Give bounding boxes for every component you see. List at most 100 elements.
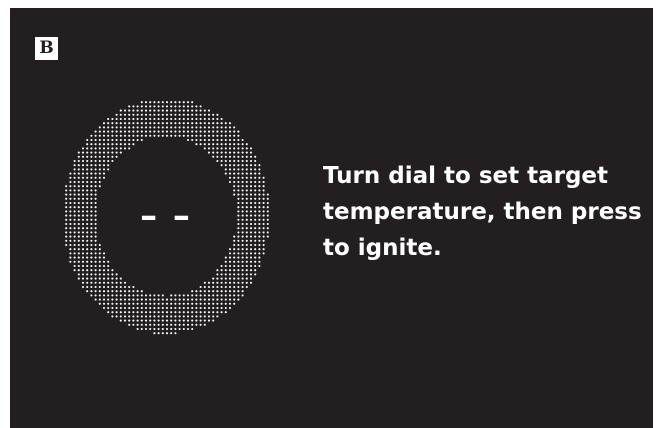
dial-ring-dot [86, 147, 89, 150]
dial-ring-dot [94, 180, 97, 184]
dial-ring-dot [254, 172, 257, 175]
dial-ring-dot [73, 159, 76, 163]
dial-ring-dot [245, 172, 248, 175]
dial-ring-dot [216, 269, 219, 272]
dial-ring-dot [119, 302, 122, 305]
dial-ring-dot [136, 122, 139, 125]
dial-ring-dot [132, 285, 135, 289]
dial-ring-dot [157, 294, 160, 297]
dial-ring-dot [207, 147, 211, 150]
dial-ring-dot [191, 306, 194, 310]
dial-ring-dot [245, 180, 248, 184]
dial-ring-dot [220, 159, 223, 163]
dial-ring-dot [111, 134, 114, 137]
dial-ring-dot [165, 117, 169, 121]
dial-ring-dot [98, 281, 101, 284]
dial-ring-dot [249, 159, 253, 163]
dial-ring-dot [245, 164, 248, 167]
dial-ring-dot [195, 306, 198, 310]
dial-ring-dot [220, 143, 223, 146]
dial-ring-dot [220, 273, 223, 276]
dial-ring-dot [224, 294, 227, 297]
dial-ring-dot [115, 315, 118, 318]
dial-ring-dot [220, 147, 223, 150]
dial-ring-dot [224, 159, 227, 163]
dial-ring-dot [77, 243, 80, 247]
dial-ring-dot [237, 151, 240, 154]
dial-ring-dot [149, 117, 152, 121]
dial-ring-dot [115, 147, 118, 150]
dial-ring-dot [94, 264, 97, 268]
dial-ring-dot [249, 269, 253, 272]
dial-ring-dot [86, 269, 89, 272]
dial-ring-dot [107, 122, 110, 125]
dial-ring-dot [237, 210, 240, 213]
dial-ring-dot [107, 273, 110, 276]
dial-ring-dot [237, 214, 240, 217]
dial-ring-dot [245, 264, 248, 268]
dial-ring-dot [216, 306, 219, 310]
dial-ring-dot [77, 269, 80, 272]
dial-ring-dot [258, 235, 261, 238]
dial-ring-dot [237, 269, 240, 272]
dial-ring-dot [233, 235, 236, 238]
dial-ring-dot [94, 134, 97, 137]
dial-ring-dot [195, 290, 198, 293]
dial-ring-dot [81, 172, 85, 175]
dial-ring-dot [115, 290, 118, 293]
dial-ring-dot [220, 298, 223, 301]
dial-ring-dot [249, 147, 253, 150]
dial-ring-dot [220, 306, 223, 310]
dial-ring-dot [186, 113, 190, 116]
dial-ring-dot [241, 269, 244, 272]
dial-ring-dot [123, 306, 127, 310]
dial-ring-dot [216, 122, 219, 125]
dial-ring-dot [94, 147, 97, 150]
dial-ring-dot [262, 227, 265, 230]
dial-ring-dot [258, 260, 261, 263]
dial-ring-dot [111, 315, 114, 318]
dial-ring-dot [266, 193, 269, 196]
dial-ring-dot [128, 290, 131, 293]
dial-ring-dot [216, 273, 219, 276]
dial-ring-dot [136, 138, 139, 142]
dial-ring-dot [144, 117, 148, 121]
dial-ring-dot [237, 172, 240, 175]
dial-ring-dot [102, 260, 106, 263]
dial-ring-dot [266, 231, 269, 234]
dial-ring-dot [191, 311, 194, 314]
dial-ring-dot [237, 180, 240, 184]
dial-ring-dot [81, 264, 85, 268]
dial-ring-dot [262, 210, 265, 213]
dial-ring-dot [102, 256, 106, 259]
dial-ring-dot [178, 134, 181, 137]
dial-ring-dot [224, 172, 227, 175]
dial-ring-dot [153, 134, 156, 137]
dial-ring-dot [128, 315, 131, 318]
dial-ring-dot [94, 155, 97, 158]
dial-ring-dot [94, 189, 97, 192]
dial-ring-dot [228, 260, 232, 263]
dial-ring-dot [165, 134, 169, 137]
dial-ring-dot [228, 122, 232, 125]
dial-ring-dot [161, 122, 164, 125]
dial-ring-dot [241, 176, 244, 179]
dial-ring-dot [178, 302, 181, 305]
dial-ring-dot [77, 185, 80, 188]
dial-ring-dot [186, 315, 190, 318]
dial-ring-dot [119, 138, 122, 142]
dial-ring-dot [249, 260, 253, 263]
dial-ring-dot [111, 138, 114, 142]
dial-ring-dot [111, 117, 114, 121]
dial-ring-dot [216, 281, 219, 284]
dial-ring-dot [98, 298, 101, 301]
dial-ring-dot [224, 290, 227, 293]
dial-ring-dot [224, 277, 227, 280]
dial-ring-dot [161, 306, 164, 310]
dial-ring-dot [81, 273, 85, 276]
dial-ring-dot [174, 315, 177, 318]
dial-ring-dot [77, 264, 80, 268]
dial-ring-dot [212, 143, 215, 146]
dial-ring-dot [186, 130, 190, 133]
dial-ring-dot [212, 138, 215, 142]
